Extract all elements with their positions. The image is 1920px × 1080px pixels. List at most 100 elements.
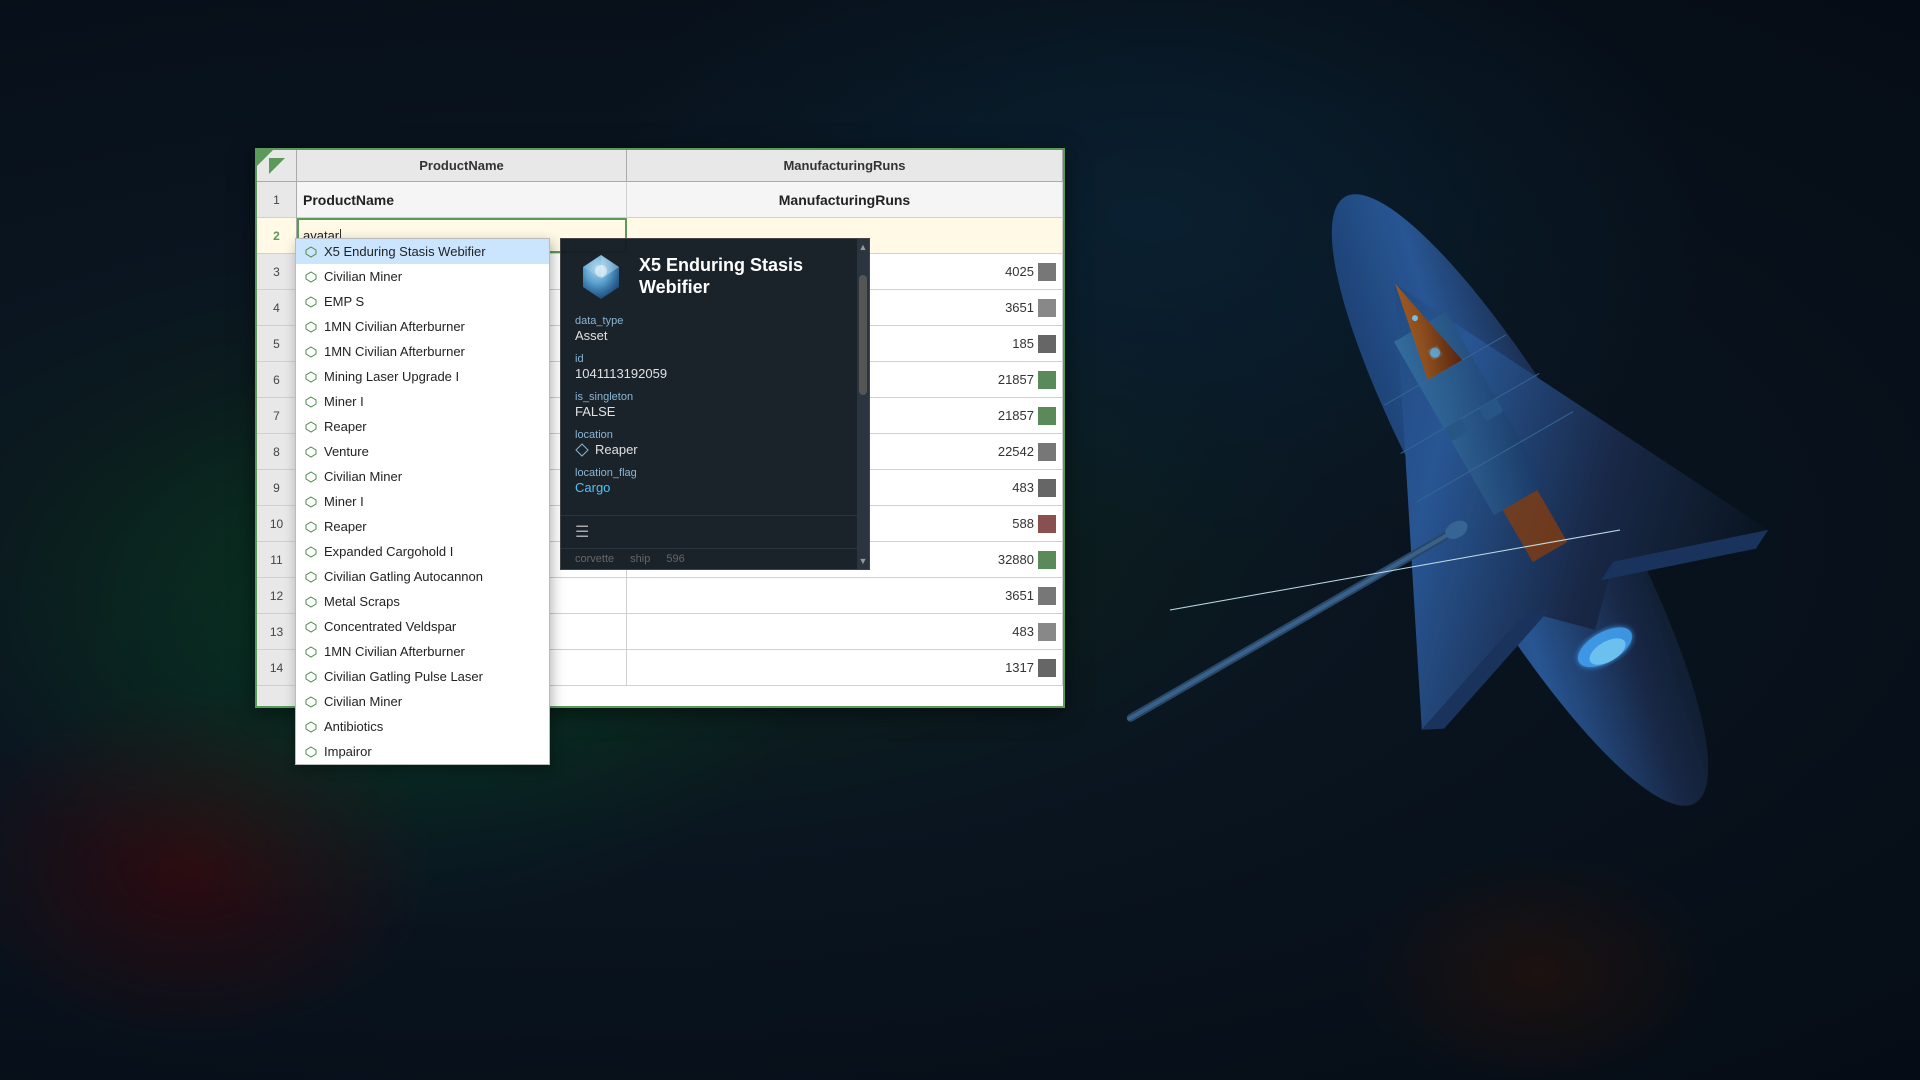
autocomplete-label-18: Civilian Miner [324,694,402,709]
field-label-location-flag: location_flag [575,467,843,479]
item-icon-3 [304,320,318,334]
autocomplete-item-14[interactable]: Metal Scraps [296,589,549,614]
col-b-header[interactable]: ManufacturingRuns [627,150,1063,181]
autocomplete-item-3[interactable]: 1MN Civilian Afterburner [296,314,549,339]
item-icon-10 [304,495,318,509]
row-numbers: 1 2 3 4 5 6 7 8 9 10 11 12 13 14 [257,182,297,706]
autocomplete-item-10[interactable]: Miner I [296,489,549,514]
autocomplete-item-6[interactable]: Miner I [296,389,549,414]
autocomplete-item-5[interactable]: Mining Laser Upgrade I [296,364,549,389]
autocomplete-item-0[interactable]: X5 Enduring Stasis Webifier [296,239,549,264]
autocomplete-item-9[interactable]: Civilian Miner [296,464,549,489]
item-icon-1 [304,270,318,284]
autocomplete-label-17: Civilian Gatling Pulse Laser [324,669,483,684]
footer-ship-type: corvette [575,553,614,565]
item-icon-4 [304,345,318,359]
autocomplete-item-8[interactable]: Venture [296,439,549,464]
row-num-5: 5 [257,326,296,362]
item-icon-17 [304,670,318,684]
field-value-location-flag: Cargo [575,480,843,495]
scroll-up-arrow[interactable]: ▲ [857,239,869,255]
detail-header: X5 Enduring Stasis Webifier [561,239,857,315]
autocomplete-label-11: Reaper [324,519,367,534]
autocomplete-label-14: Metal Scraps [324,594,400,609]
autocomplete-label-1: Civilian Miner [324,269,402,284]
field-location: location Reaper [575,429,843,457]
item-icon-8 [304,445,318,459]
autocomplete-item-18[interactable]: Civilian Miner [296,689,549,714]
autocomplete-item-4[interactable]: 1MN Civilian Afterburner [296,339,549,364]
item-icon-0 [304,245,318,259]
scrollbar-thumb[interactable] [859,275,867,395]
autocomplete-label-4: 1MN Civilian Afterburner [324,344,465,359]
header-cell-b: ManufacturingRuns [627,182,1063,217]
autocomplete-item-17[interactable]: Civilian Gatling Pulse Laser [296,664,549,689]
detail-scrollbar[interactable]: ▲ ▼ [857,239,869,569]
detail-panel: ▲ ▼ [560,238,870,570]
location-diamond-icon [575,443,589,457]
item-icon-7 [304,420,318,434]
field-label-id: id [575,353,843,365]
item-icon-9 [304,470,318,484]
item-icon-13 [304,570,318,584]
autocomplete-label-13: Civilian Gatling Autocannon [324,569,483,584]
row-num-7: 7 [257,398,296,434]
row-num-1: 1 [257,182,296,218]
autocomplete-item-2[interactable]: EMP S [296,289,549,314]
footer-number: 596 [666,553,684,565]
field-value-location: Reaper [575,442,843,457]
field-id: id 1041113192059 [575,353,843,381]
hamburger-icon[interactable]: ☰ [575,524,589,541]
autocomplete-dropdown[interactable]: X5 Enduring Stasis Webifier Civilian Min… [295,238,550,765]
detail-bottom-bar: corvette ship 596 [561,548,857,569]
row-num-9: 9 [257,470,296,506]
row-num-2: 2 [257,218,296,254]
spaceship-image [1070,50,1920,950]
field-is-singleton: is_singleton FALSE [575,391,843,419]
row-num-11: 11 [257,542,296,578]
row-num-6: 6 [257,362,296,398]
autocomplete-item-12[interactable]: Expanded Cargohold I [296,539,549,564]
row-num-14: 14 [257,650,296,686]
field-value-is-singleton: FALSE [575,404,843,419]
autocomplete-label-5: Mining Laser Upgrade I [324,369,459,384]
detail-body: data_type Asset id 1041113192059 is_sing… [561,315,857,515]
autocomplete-label-0: X5 Enduring Stasis Webifier [324,244,486,259]
row-num-3: 3 [257,254,296,290]
cell-12b: 3651 [627,578,1063,613]
field-data-type: data_type Asset [575,315,843,343]
col-a-header[interactable]: ProductName [297,150,627,181]
field-label-location: location [575,429,843,441]
autocomplete-label-15: Concentrated Veldspar [324,619,456,634]
autocomplete-item-7[interactable]: Reaper [296,414,549,439]
item-icon-5 [304,370,318,384]
detail-footer: ☰ [561,515,857,548]
item-icon-18 [304,695,318,709]
autocomplete-item-11[interactable]: Reaper [296,514,549,539]
autocomplete-label-9: Civilian Miner [324,469,402,484]
autocomplete-label-16: 1MN Civilian Afterburner [324,644,465,659]
autocomplete-item-13[interactable]: Civilian Gatling Autocannon [296,564,549,589]
col-a-label: ProductName [419,158,504,173]
autocomplete-item-1[interactable]: Civilian Miner [296,264,549,289]
autocomplete-label-20: Impairor [324,744,372,759]
footer-category: ship [630,553,650,565]
item-icon-12 [304,545,318,559]
item-thumbnail [575,251,627,303]
autocomplete-item-15[interactable]: Concentrated Veldspar [296,614,549,639]
autocomplete-label-7: Reaper [324,419,367,434]
autocomplete-item-19[interactable]: Antibiotics [296,714,549,739]
autocomplete-label-8: Venture [324,444,369,459]
scroll-down-arrow[interactable]: ▼ [857,553,869,569]
item-icon-2 [304,295,318,309]
field-value-data-type: Asset [575,328,843,343]
autocomplete-label-3: 1MN Civilian Afterburner [324,319,465,334]
autocomplete-item-20[interactable]: Impairor [296,739,549,764]
item-icon-14 [304,595,318,609]
field-label-is-singleton: is_singleton [575,391,843,403]
item-icon-15 [304,620,318,634]
autocomplete-item-16[interactable]: 1MN Civilian Afterburner [296,639,549,664]
row-num-12: 12 [257,578,296,614]
field-location-flag: location_flag Cargo [575,467,843,495]
cell-14b: 1317 [627,650,1063,685]
